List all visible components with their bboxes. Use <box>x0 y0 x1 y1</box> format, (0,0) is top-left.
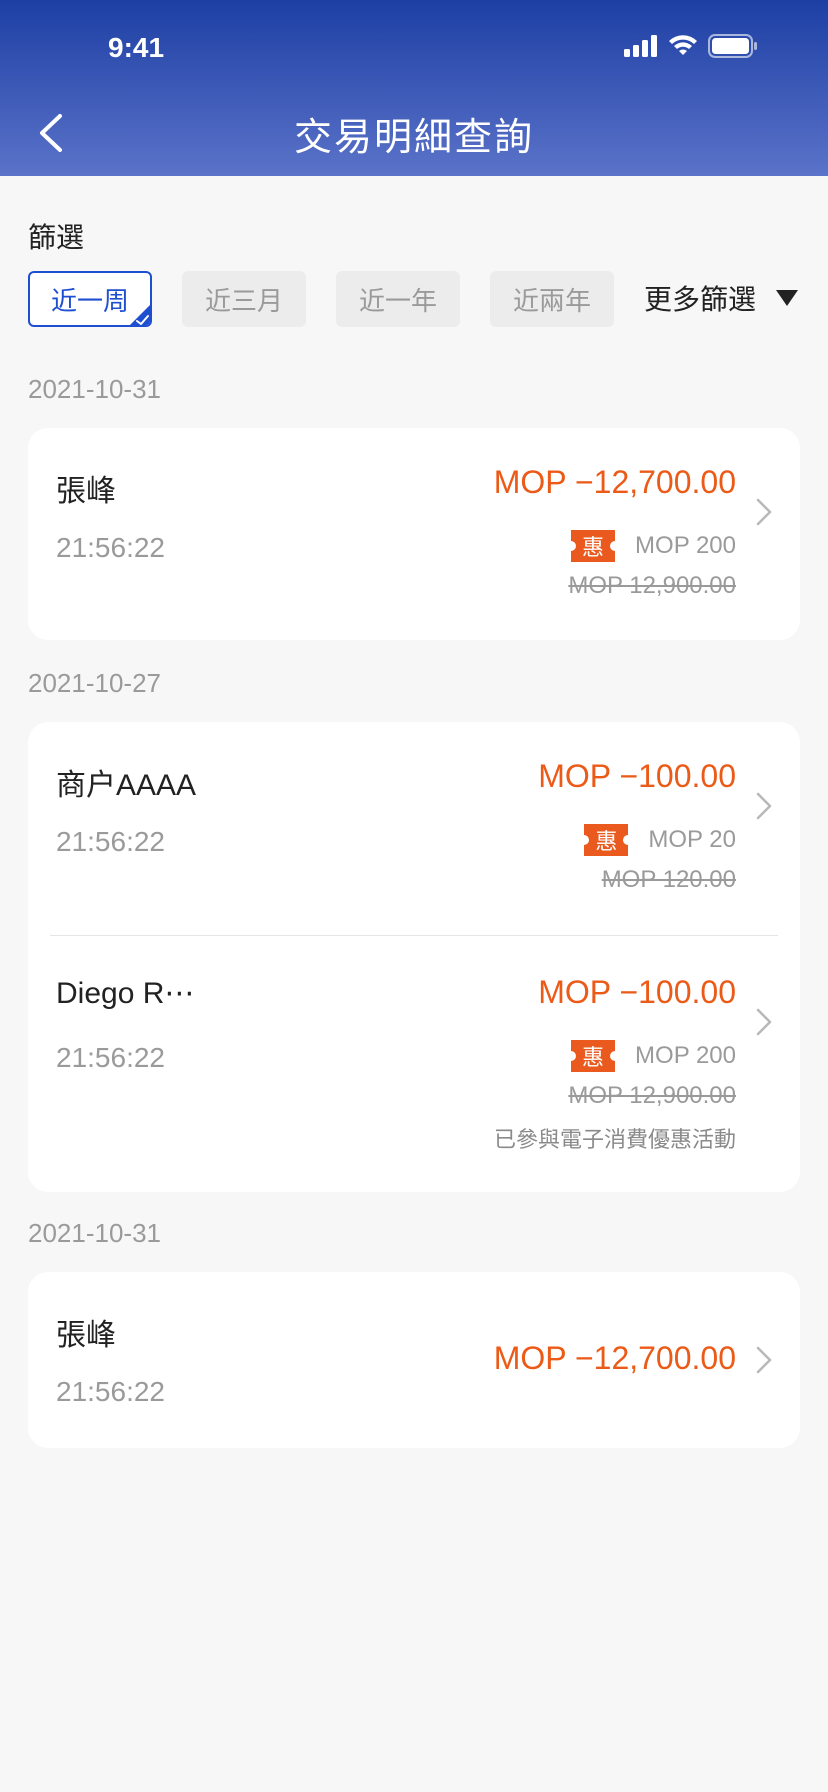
original-amount: MOP 120.00 <box>601 866 736 893</box>
discount-badge: 惠 <box>579 824 634 856</box>
filter-chip-three-months[interactable]: 近三月 <box>182 271 306 327</box>
chevron-right-icon <box>756 498 772 526</box>
original-amount: MOP 12,900.00 <box>568 1082 736 1109</box>
chevron-right-icon <box>756 792 772 820</box>
merchant-name: 商户AAAA <box>56 769 197 802</box>
transaction-amount: MOP −100.00 <box>538 974 736 1010</box>
discount-row: 惠 MOP 200 <box>566 1040 736 1072</box>
discount-badge: 惠 <box>566 530 621 562</box>
filter-chip-week[interactable]: 近一周 <box>28 271 152 327</box>
filter-chip-label: 近三月 <box>204 285 283 316</box>
filter-chip-label: 近一周 <box>50 285 129 316</box>
transaction-amount: MOP −12,700.00 <box>493 1340 736 1376</box>
signal-icon <box>624 35 657 57</box>
chevron-right-icon <box>756 1008 772 1036</box>
transaction-item[interactable]: 商户AAAA 21:56:22 MOP −100.00 惠 MOP 20 MOP… <box>28 722 800 936</box>
discount-value: MOP 200 <box>635 532 736 559</box>
section-date: 2021-10-27 <box>28 668 161 698</box>
selected-check-icon <box>130 305 150 325</box>
page-title: 交易明細查詢 <box>293 117 534 159</box>
merchant-name: Diego R⋯ <box>56 977 195 1010</box>
transaction-history-screen: 9:41 交易明細查詢 篩選 近一周 近三月 近一年 近兩年 更多篩選 2021… <box>0 0 828 1792</box>
discount-badge: 惠 <box>566 1040 621 1072</box>
transaction-time: 21:56:22 <box>56 1042 165 1073</box>
discount-row: 惠 MOP 200 <box>566 530 736 562</box>
battery-icon <box>708 34 757 58</box>
filter-label: 篩選 <box>28 222 85 253</box>
transaction-amount: MOP −12,700.00 <box>493 464 736 500</box>
promotion-note: 已參與電子消費優惠活動 <box>493 1127 736 1152</box>
merchant-name: 張峰 <box>56 1319 116 1352</box>
filter-chip-label: 近一年 <box>358 285 437 316</box>
transaction-time: 21:56:22 <box>56 1376 165 1407</box>
status-icons <box>624 32 758 60</box>
discount-row: 惠 MOP 20 <box>579 824 736 856</box>
filter-chip-label: 近兩年 <box>512 285 591 316</box>
transaction-item[interactable]: 張峰 21:56:22 MOP −12,700.00 惠 MOP 200 MOP… <box>28 428 800 640</box>
transaction-time: 21:56:22 <box>56 532 165 563</box>
triangle-down-icon <box>776 290 799 306</box>
header: 9:41 交易明細查詢 <box>0 0 828 176</box>
transaction-item[interactable]: 張峰 21:56:22 MOP −12,700.00 <box>28 1272 800 1448</box>
wifi-icon <box>669 35 697 55</box>
more-filter-label: 更多篩選 <box>644 284 757 315</box>
original-amount: MOP 12,900.00 <box>568 572 736 599</box>
transaction-amount: MOP −100.00 <box>538 758 736 794</box>
transaction-item[interactable]: Diego R⋯ 21:56:22 MOP −100.00 惠 MOP 200 … <box>28 936 800 1192</box>
filter-chip-one-year[interactable]: 近一年 <box>336 271 460 327</box>
merchant-name: 張峰 <box>56 475 116 508</box>
transaction-time: 21:56:22 <box>56 826 165 857</box>
transaction-card: 張峰 21:56:22 MOP −12,700.00 惠 MOP 200 MOP… <box>28 428 800 640</box>
transaction-card: 商户AAAA 21:56:22 MOP −100.00 惠 MOP 20 MOP… <box>28 722 800 1192</box>
filter-chip-two-years[interactable]: 近兩年 <box>490 271 614 327</box>
status-time: 9:41 <box>108 32 165 63</box>
discount-value: MOP 20 <box>648 826 736 853</box>
section-date: 2021-10-31 <box>28 1218 161 1248</box>
chevron-right-icon <box>756 1346 772 1374</box>
discount-value: MOP 200 <box>635 1042 736 1069</box>
transaction-card: 張峰 21:56:22 MOP −12,700.00 <box>28 1272 800 1448</box>
section-date: 2021-10-31 <box>28 374 161 404</box>
more-filter-button[interactable]: 更多篩選 <box>644 278 799 318</box>
